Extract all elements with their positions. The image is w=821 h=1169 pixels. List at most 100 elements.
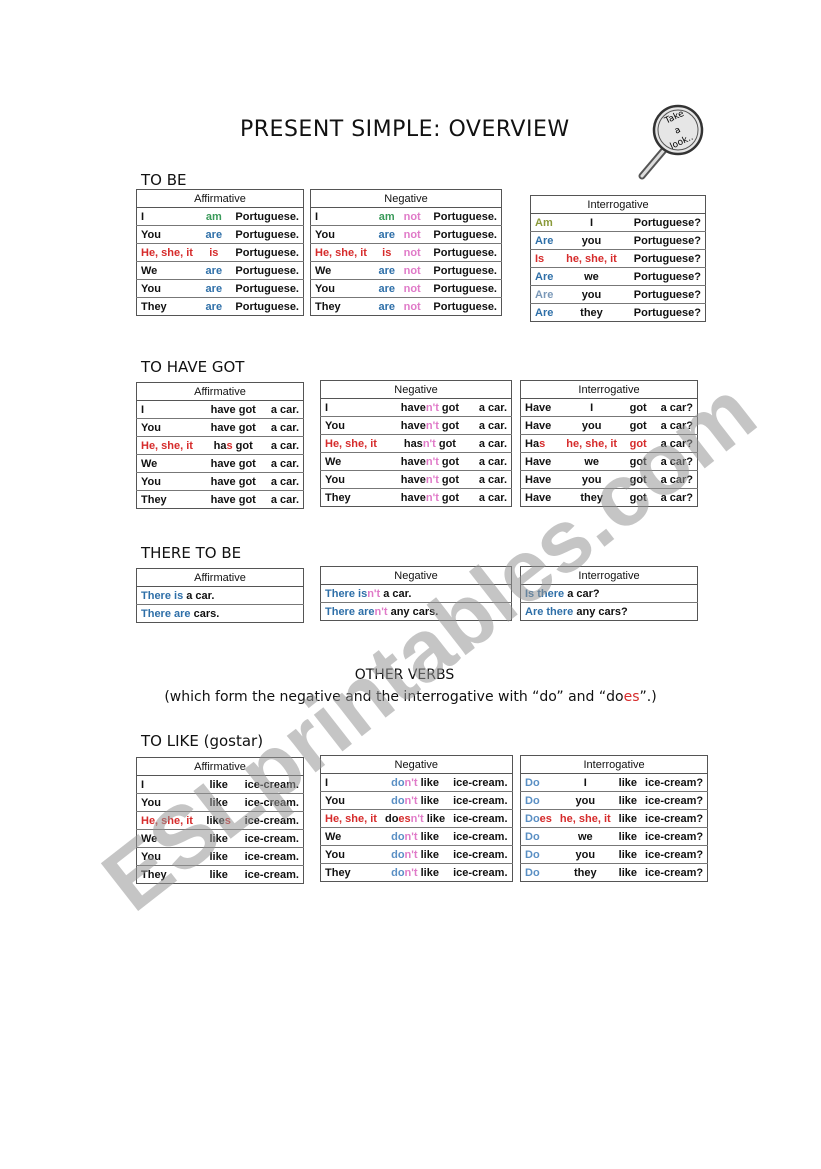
subject: You (135, 225, 201, 244)
table-row: They are not Portuguese. (309, 297, 502, 316)
verb-stem: ha (213, 439, 227, 452)
main-verb: like (417, 794, 439, 807)
complement: Portuguese. (226, 225, 304, 244)
table-header: Negative (320, 566, 512, 585)
complement: a car. (262, 490, 304, 509)
negation: n't (404, 794, 418, 807)
there-to-be-affirmative-table: Affirmative There is a car. There are ca… (136, 568, 304, 623)
complement: ice-cream. (449, 845, 513, 864)
subject: He, she, it (135, 436, 204, 455)
subject: You (320, 470, 392, 489)
complement: ice-cream? (641, 773, 709, 792)
complement: Portuguese? (623, 231, 707, 250)
auxiliary: Do (519, 863, 556, 882)
aux-stem: Do (525, 812, 540, 825)
subject: You (135, 418, 204, 437)
table-row: Do we like ice-cream? (519, 827, 709, 846)
table-row: They haven't got a car. (320, 488, 512, 507)
subject: We (135, 261, 201, 280)
table-row: Idon't like ice-cream. (319, 773, 513, 792)
sentence: There isn't a car. (320, 584, 512, 603)
main-verb: like (614, 791, 642, 810)
complement: a car? (652, 434, 699, 453)
table-row: Ihave got a car. (135, 400, 304, 419)
table-row: There isn't a car. (320, 584, 512, 603)
verb: am (200, 207, 227, 226)
complement: a car. (468, 488, 512, 507)
complement: Portuguese. (425, 225, 502, 244)
table-row: You haven't got a car. (320, 470, 512, 489)
aux: do (391, 794, 405, 807)
verb-stem: like (206, 814, 225, 827)
complement: Portuguese? (623, 267, 707, 286)
complement: Portuguese? (623, 249, 707, 268)
complement: a car. (468, 398, 512, 417)
aux-stem: Ha (525, 437, 540, 450)
verb-got: got (438, 473, 460, 486)
verb: like (201, 775, 237, 794)
there-verb: There is (141, 589, 184, 602)
verb-got: got (438, 491, 460, 504)
table-row: Are you Portuguese? (529, 231, 707, 250)
negation: n't (425, 419, 439, 432)
table-row: Is there a car? (520, 584, 698, 603)
subject: He, she, it (135, 243, 201, 262)
verb-stem: like (209, 796, 228, 809)
table-row: You have got a car. (135, 472, 304, 491)
sentence: There aren't any cars. (320, 602, 512, 621)
verb: Are (529, 231, 560, 250)
to-like-negative-table: Negative Idon't like ice-cream. You don't … (319, 755, 513, 882)
verb: hasn't got (391, 434, 469, 453)
main-verb: like (423, 812, 446, 825)
verb: don't like (380, 791, 450, 810)
verb-got: got (438, 419, 460, 432)
subject: He, she, it (136, 811, 202, 830)
table-row: Is he, she, it Portuguese? (529, 249, 707, 268)
verb: like (201, 847, 237, 866)
verb: are (200, 261, 227, 280)
complement: ice-cream? (641, 863, 709, 882)
complement: a car. (262, 454, 304, 473)
table-row: Does he, she, it like ice-cream? (519, 809, 709, 828)
table-header: Affirmative (136, 568, 304, 587)
table-row: You like ice-cream. (136, 793, 305, 812)
table-row: We like ice-cream. (136, 829, 305, 848)
complement: a car. (468, 452, 512, 471)
verb: don't like (380, 863, 450, 882)
negation: n't (374, 605, 388, 618)
main-verb: like (417, 830, 439, 843)
table-header: Interrogative (530, 195, 706, 214)
table-row: Ihaven't got a car. (320, 398, 512, 417)
subject: You (319, 791, 381, 810)
magnifying-glass-icon: Take a look.. (638, 104, 704, 180)
negation: n't (410, 812, 424, 825)
verb: Are (529, 285, 560, 304)
subject: He, she, it (309, 243, 374, 262)
complement: ice-cream. (236, 865, 305, 884)
auxiliary: Have (520, 398, 560, 417)
aux: do (391, 830, 405, 843)
to-have-got-negative-table: Negative Ihaven't got a car. You haven't g… (320, 380, 512, 507)
verb: like (201, 829, 237, 848)
verb: has got (203, 436, 263, 455)
negation: n't (425, 491, 439, 504)
verb-got: got (232, 439, 253, 452)
to-have-got-affirmative-table: Affirmative Ihave got a car. You have got a… (135, 382, 304, 509)
main-verb: like (614, 827, 642, 846)
subject: They (319, 863, 381, 882)
complement: ice-cream. (449, 863, 513, 882)
verb: haven't got (391, 398, 469, 417)
complement: Portuguese. (226, 261, 304, 280)
complement: ice-cream. (236, 793, 305, 812)
table-row: Have they got a car? (520, 488, 699, 507)
complement: cars. (190, 607, 220, 620)
negation: n't (404, 866, 418, 879)
verb-stem: have (400, 473, 426, 486)
subject: I (136, 775, 202, 794)
table-row: You are Portuguese. (135, 279, 304, 298)
negation: n't (404, 848, 418, 861)
verb-stem: like (209, 850, 228, 863)
subject: You (136, 847, 202, 866)
table-row: They are Portuguese. (135, 297, 304, 316)
table-header: Affirmative (136, 189, 304, 208)
